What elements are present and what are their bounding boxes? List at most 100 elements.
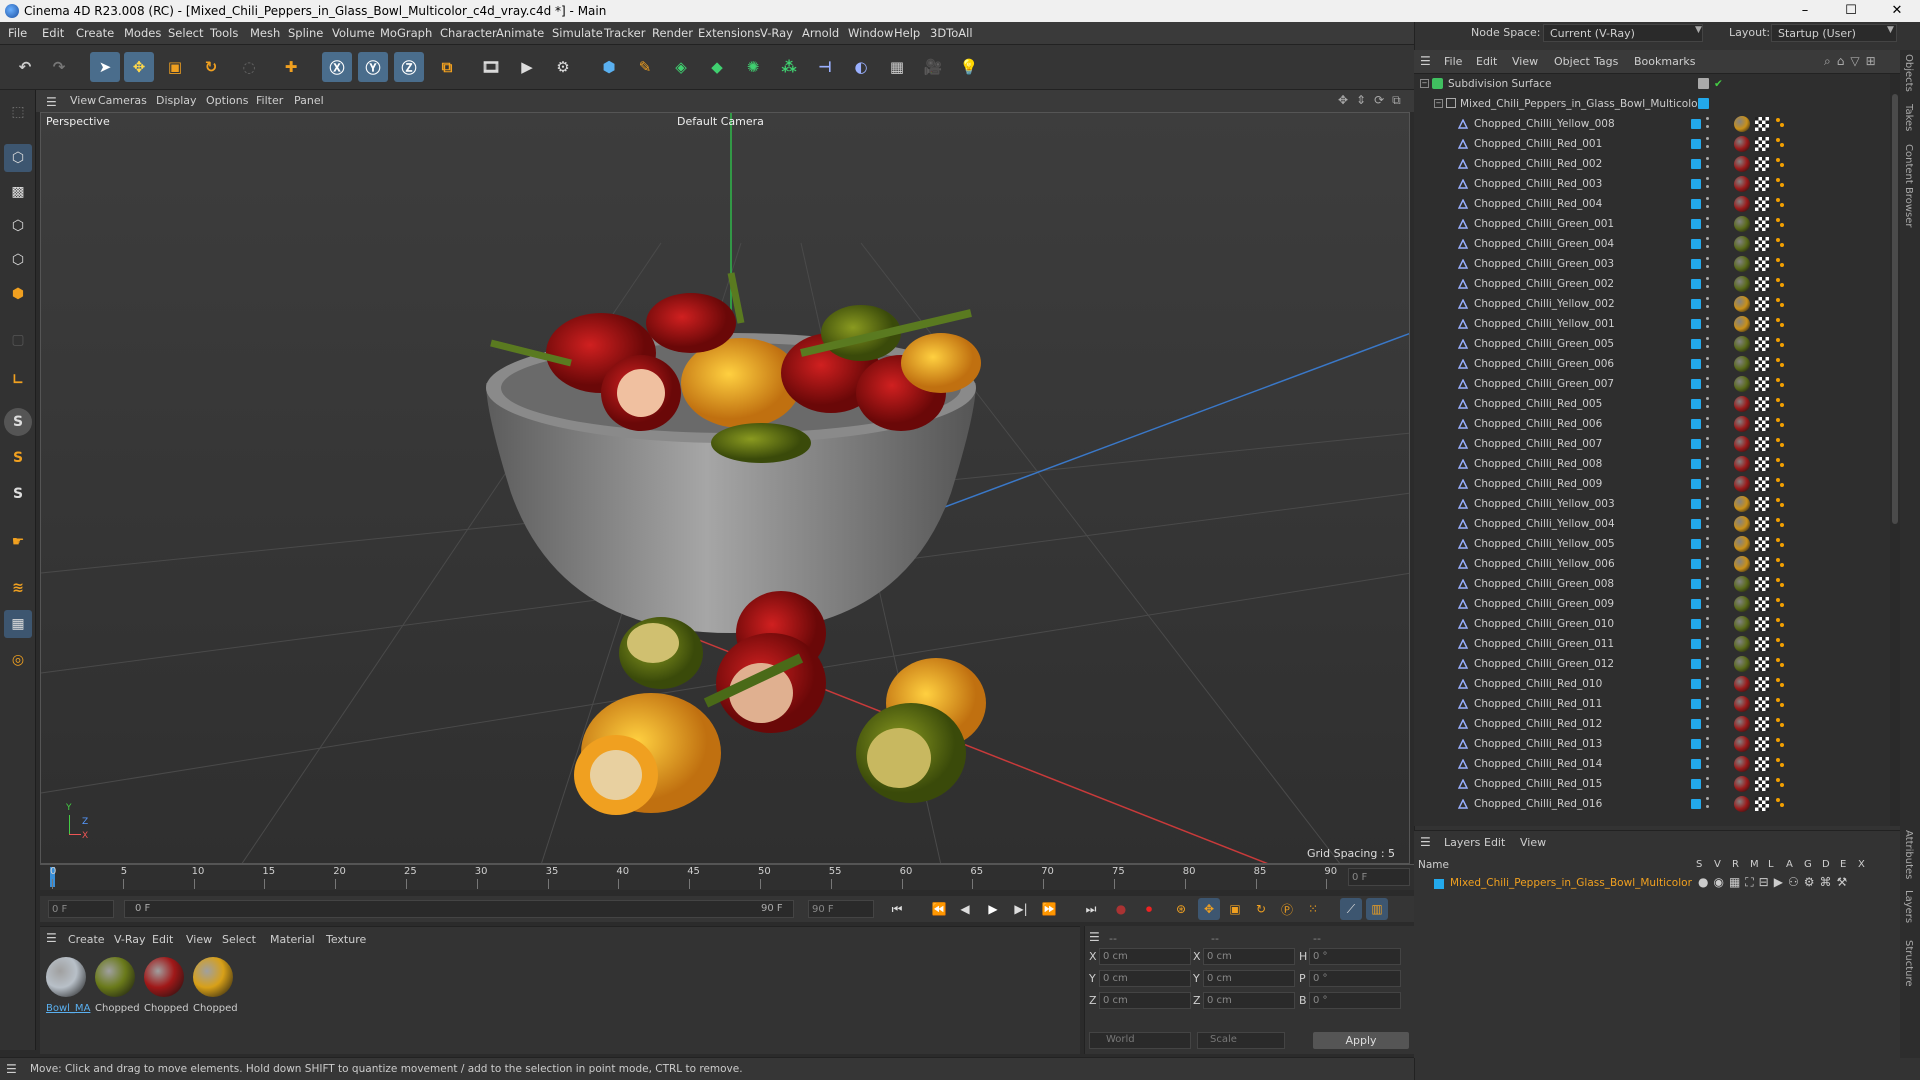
go-to-end-icon[interactable]: ⏭ — [1080, 898, 1102, 920]
vray-tag-icon[interactable] — [1776, 218, 1780, 222]
object-row[interactable]: Chopped_Chilli_Green_003 — [1414, 254, 1890, 274]
snap-settings-icon[interactable]: S — [4, 444, 32, 472]
object-name[interactable]: Chopped_Chilli_Green_011 — [1474, 634, 1614, 654]
camera-label[interactable]: Default Camera — [677, 115, 764, 128]
object-row[interactable]: Chopped_Chilli_Red_004 — [1414, 194, 1890, 214]
autokey-icon[interactable]: ● — [1110, 898, 1132, 920]
render-visibility-dot[interactable] — [1706, 365, 1709, 368]
object-name[interactable]: Chopped_Chilli_Red_016 — [1474, 794, 1602, 814]
render-visibility-dot[interactable] — [1706, 725, 1709, 728]
uvw-tag-icon[interactable] — [1755, 257, 1769, 271]
object-row[interactable]: Chopped_Chilli_Red_002 — [1414, 154, 1890, 174]
layers-menu-edit[interactable]: Edit — [1484, 836, 1505, 849]
quantize-icon[interactable]: S — [4, 480, 32, 508]
material-tag-icon[interactable] — [1734, 556, 1750, 572]
key-param-icon[interactable]: Ⓟ — [1276, 898, 1298, 920]
editor-visibility-dot[interactable] — [1706, 317, 1709, 320]
texture-mode-icon[interactable]: ▩ — [4, 178, 32, 206]
editor-visibility-dot[interactable] — [1706, 757, 1709, 760]
object-name[interactable]: Chopped_Chilli_Red_005 — [1474, 394, 1602, 414]
object-name[interactable]: Chopped_Chilli_Green_006 — [1474, 354, 1614, 374]
object-name[interactable]: Chopped_Chilli_Yellow_001 — [1474, 314, 1615, 334]
object-row[interactable]: Chopped_Chilli_Green_001 — [1414, 214, 1890, 234]
render-view-icon[interactable]: ▶ — [512, 52, 542, 82]
side-tab-takes[interactable]: Takes — [1903, 104, 1914, 131]
vray-tag-icon[interactable] — [1776, 298, 1780, 302]
vray-tag-icon[interactable] — [1776, 458, 1780, 462]
coord-value-field[interactable] — [1099, 970, 1191, 987]
render-visibility-dot[interactable] — [1706, 205, 1709, 208]
material-tag-icon[interactable] — [1734, 476, 1750, 492]
menu-arnold[interactable]: Arnold — [802, 26, 839, 40]
layer-chip-icon[interactable] — [1691, 239, 1701, 249]
layer-chip-icon[interactable] — [1691, 659, 1701, 669]
prev-key-icon[interactable]: ⏪ — [928, 898, 950, 920]
vray-tag-icon[interactable] — [1776, 798, 1780, 802]
viewport-menu-filter[interactable]: Filter — [256, 94, 283, 107]
object-name[interactable]: Chopped_Chilli_Yellow_008 — [1474, 114, 1615, 134]
layer-chip-icon[interactable] — [1698, 78, 1709, 89]
polygons-mode-icon[interactable]: ⬢ — [4, 280, 32, 308]
menu-extensions[interactable]: Extensions — [698, 26, 760, 40]
object-name[interactable]: Chopped_Chilli_Green_004 — [1474, 234, 1614, 254]
x-axis-lock-icon[interactable]: Ⓧ — [322, 52, 352, 82]
object-row[interactable]: Chopped_Chilli_Red_008 — [1414, 454, 1890, 474]
object-name[interactable]: Chopped_Chilli_Red_009 — [1474, 474, 1602, 494]
uvw-tag-icon[interactable] — [1755, 397, 1769, 411]
uvw-tag-icon[interactable] — [1755, 797, 1769, 811]
layer-chip-icon[interactable] — [1691, 579, 1701, 589]
render-visibility-dot[interactable] — [1706, 445, 1709, 448]
floor-icon[interactable]: ▦ — [882, 52, 912, 82]
uvw-tag-icon[interactable] — [1755, 517, 1769, 531]
vray-tag-icon[interactable] — [1776, 498, 1780, 502]
make-editable-icon[interactable]: ⬚ — [4, 98, 32, 126]
3d-viewport[interactable]: Perspective Default Camera Grid Spacing … — [40, 112, 1410, 864]
menu-mograph[interactable]: MoGraph — [380, 26, 432, 40]
vray-tag-icon[interactable] — [1776, 518, 1780, 522]
layer-chip-icon[interactable] — [1691, 459, 1701, 469]
object-row[interactable]: Chopped_Chilli_Red_009 — [1414, 474, 1890, 494]
object-row[interactable]: Chopped_Chilli_Red_011 — [1414, 694, 1890, 714]
size-mode-select[interactable]: Scale — [1197, 1032, 1285, 1049]
editor-visibility-dot[interactable] — [1706, 257, 1709, 260]
material-tag-icon[interactable] — [1734, 656, 1750, 672]
object-list[interactable]: − Subdivision Surface ✔ − Mixed_Chili_Pe… — [1414, 74, 1890, 826]
editor-visibility-dot[interactable] — [1706, 777, 1709, 780]
enabled-check-icon[interactable]: ✔ — [1714, 74, 1723, 94]
minimize-button[interactable]: – — [1782, 0, 1828, 22]
render-region-icon[interactable]: 🎞 — [476, 52, 506, 82]
object-name[interactable]: Chopped_Chilli_Green_009 — [1474, 594, 1614, 614]
uvw-tag-icon[interactable] — [1755, 737, 1769, 751]
material-tag-icon[interactable] — [1734, 456, 1750, 472]
render-visibility-dot[interactable] — [1706, 165, 1709, 168]
menu-help[interactable]: Help — [894, 26, 920, 40]
render-visibility-dot[interactable] — [1706, 505, 1709, 508]
render-visibility-dot[interactable] — [1706, 545, 1709, 548]
vray-tag-icon[interactable] — [1776, 758, 1780, 762]
render-visibility-dot[interactable] — [1706, 145, 1709, 148]
render-visibility-dot[interactable] — [1706, 485, 1709, 488]
render-visibility-dot[interactable] — [1706, 465, 1709, 468]
object-name[interactable]: Chopped_Chilli_Red_011 — [1474, 694, 1602, 714]
editor-visibility-dot[interactable] — [1706, 637, 1709, 640]
light-icon[interactable]: 💡 — [954, 52, 984, 82]
uvw-tag-icon[interactable] — [1755, 777, 1769, 791]
material-tag-icon[interactable] — [1734, 416, 1750, 432]
object-row[interactable]: Chopped_Chilli_Yellow_005 — [1414, 534, 1890, 554]
material-tag-icon[interactable] — [1734, 716, 1750, 732]
menu-select[interactable]: Select — [168, 26, 203, 40]
layer-flag-icons[interactable]: ●◉▦⛶⊟▶⚇⚙⌘⚒ — [1698, 875, 1852, 890]
vray-tag-icon[interactable] — [1776, 638, 1780, 642]
root-object-name[interactable]: Subdivision Surface — [1448, 74, 1552, 94]
material-swatch[interactable]: Chopped — [191, 955, 238, 1021]
render-visibility-dot[interactable] — [1706, 345, 1709, 348]
object-name[interactable]: Chopped_Chilli_Red_003 — [1474, 174, 1602, 194]
uvw-tag-icon[interactable] — [1755, 297, 1769, 311]
render-visibility-dot[interactable] — [1706, 245, 1709, 248]
menu-tracker[interactable]: Tracker — [604, 26, 646, 40]
layer-chip-icon[interactable] — [1691, 139, 1701, 149]
object-row[interactable]: Chopped_Chilli_Green_012 — [1414, 654, 1890, 674]
object-name[interactable]: Chopped_Chilli_Green_002 — [1474, 274, 1614, 294]
coord-value-field[interactable] — [1203, 970, 1295, 987]
layer-chip-icon[interactable] — [1691, 259, 1701, 269]
